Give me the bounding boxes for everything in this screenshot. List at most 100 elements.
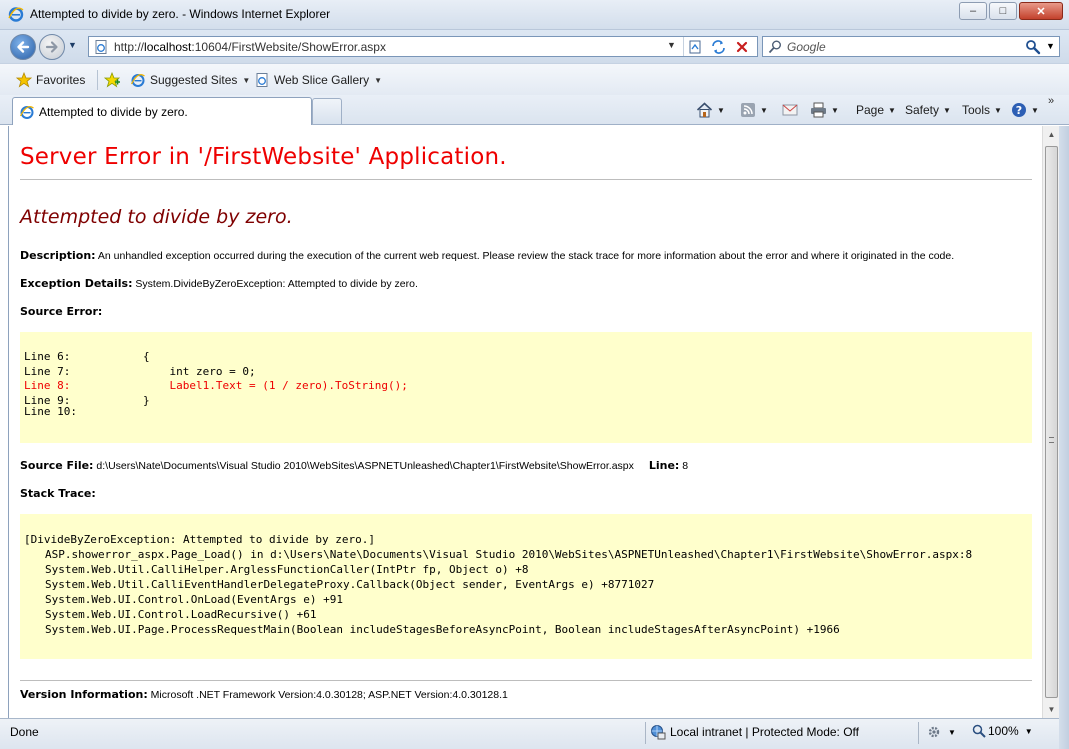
web-slice-page-icon xyxy=(256,73,268,87)
stack-trace-line: System.Web.UI.Control.OnLoad(EventArgs e… xyxy=(45,593,344,606)
tools-menu-label: Tools xyxy=(962,103,991,117)
url-path: :10604/FirstWebsite/ShowError.aspx xyxy=(191,40,386,54)
search-options-dropdown-icon[interactable]: ▼ xyxy=(1046,41,1055,51)
scrollbar-grip-icon xyxy=(1049,437,1054,443)
safety-menu-label: Safety xyxy=(905,103,940,117)
scrollbar-thumb[interactable] xyxy=(1045,146,1058,698)
status-text: Done xyxy=(10,725,39,739)
source-file-paragraph: Source File: d:\Users\Nate\Documents\Vis… xyxy=(20,459,688,472)
minimize-button[interactable]: – xyxy=(959,2,987,20)
address-url[interactable]: http://localhost:10604/FirstWebsite/Show… xyxy=(114,40,386,54)
home-button[interactable]: ▼ xyxy=(696,100,725,120)
address-bar[interactable]: http://localhost:10604/FirstWebsite/Show… xyxy=(88,36,758,57)
search-button[interactable] xyxy=(1025,39,1041,58)
code-line: Line 7: int zero = 0; xyxy=(24,365,1032,380)
code-line-number: Line 10: xyxy=(24,405,77,418)
window-title: Attempted to divide by zero. - Windows I… xyxy=(30,7,331,21)
rss-feed-icon xyxy=(741,103,755,117)
chevron-down-icon: ▼ xyxy=(1024,726,1033,736)
vertical-scrollbar[interactable]: ▲ ▼ xyxy=(1042,126,1059,718)
search-input[interactable]: Google xyxy=(787,40,826,54)
forward-button[interactable] xyxy=(39,34,65,60)
exception-details-label: Exception Details: xyxy=(20,277,133,290)
page-menu-button[interactable]: Page ▼ xyxy=(856,100,896,120)
refresh-button[interactable] xyxy=(709,38,727,55)
zoom-level-button[interactable]: 100% ▼ xyxy=(972,724,1033,738)
stack-trace-code-block: [DivideByZeroException: Attempted to div… xyxy=(20,514,1032,659)
window-titlebar: Attempted to divide by zero. - Windows I… xyxy=(0,0,1069,30)
ie-logo-icon xyxy=(8,7,24,22)
search-box[interactable]: Google ▼ xyxy=(762,36,1060,57)
favorites-bar: Favorites Suggested Sites ▼ Web Slice Ga… xyxy=(0,63,1069,95)
code-line-number: Line 6: xyxy=(24,350,71,363)
version-information-label: Version Information: xyxy=(20,688,148,701)
intranet-globe-icon xyxy=(651,725,666,740)
new-tab-button[interactable] xyxy=(312,98,342,124)
popup-blocker-settings-button[interactable]: ▼ xyxy=(926,724,956,740)
code-line-text: int zero = 0; xyxy=(143,364,256,378)
compatibility-page-icon xyxy=(689,40,701,53)
compatibility-view-button[interactable] xyxy=(686,38,704,55)
security-zone-indicator[interactable]: Local intranet | Protected Mode: Off xyxy=(650,724,859,740)
status-bar: Done Local intranet | Protected Mode: Of… xyxy=(0,718,1059,749)
exception-details-paragraph: Exception Details: System.DivideByZeroEx… xyxy=(20,277,418,290)
code-line-text: { xyxy=(143,350,150,363)
search-provider-icon xyxy=(768,40,781,54)
print-button[interactable]: ▼ xyxy=(810,100,839,120)
stack-trace-heading: Stack Trace: xyxy=(20,487,96,500)
ie-page-icon xyxy=(19,105,34,119)
web-page-viewport: Server Error in '/FirstWebsite' Applicat… xyxy=(8,126,1042,718)
stack-trace-label: Stack Trace: xyxy=(20,487,96,500)
suggested-sites-button[interactable]: Suggested Sites ▼ xyxy=(130,70,250,90)
web-slice-gallery-button[interactable]: Web Slice Gallery ▼ xyxy=(254,70,382,90)
code-line-number: Line 8: xyxy=(24,379,71,392)
url-scheme: http:// xyxy=(114,40,145,54)
maximize-button[interactable]: □ xyxy=(989,2,1017,20)
source-error-code-block: Line 6: { Line 7: int zero = 0; Line 8: L… xyxy=(20,332,1032,443)
code-line-text: } xyxy=(143,393,150,407)
code-line: Line 10: xyxy=(24,405,1032,418)
title-divider xyxy=(20,179,1032,180)
source-file-path: d:\Users\Nate\Documents\Visual Studio 20… xyxy=(96,460,634,472)
stop-button[interactable] xyxy=(733,38,751,55)
help-icon: ? xyxy=(1012,103,1026,117)
address-dropdown-icon[interactable]: ▼ xyxy=(667,40,676,50)
tools-menu-button[interactable]: Tools ▼ xyxy=(962,100,1002,120)
code-line: Line 6: { xyxy=(24,350,1032,365)
chevron-down-icon: ▼ xyxy=(943,105,951,115)
toolbar-overflow-chevron-icon[interactable]: » xyxy=(1048,95,1054,107)
help-button[interactable]: ? ▼ xyxy=(1011,100,1039,120)
scroll-up-arrow-icon[interactable]: ▲ xyxy=(1043,126,1060,143)
chevron-down-icon: ▼ xyxy=(242,75,251,85)
stop-x-icon xyxy=(736,41,748,52)
code-line-text: Label1.Text = (1 / zero).ToString(); xyxy=(143,379,408,392)
version-divider xyxy=(20,680,1032,681)
code-line-number: Line 7: xyxy=(24,364,71,378)
version-information-paragraph: Version Information: Microsoft .NET Fram… xyxy=(20,688,508,701)
back-button[interactable] xyxy=(10,34,36,60)
stack-trace-line: System.Web.UI.Control.LoadRecursive() +6… xyxy=(45,608,317,621)
page-icon xyxy=(95,40,107,54)
printer-icon xyxy=(811,102,826,118)
read-mail-button[interactable] xyxy=(782,100,798,120)
feeds-button[interactable]: ▼ xyxy=(740,100,768,120)
add-to-favorites-bar-button[interactable] xyxy=(104,70,124,90)
stack-trace-line: ASP.showerror_aspx.Page_Load() in d:\Use… xyxy=(45,548,973,561)
exception-details-text: System.DivideByZeroException: Attempted … xyxy=(135,278,418,290)
chevron-down-icon: ▼ xyxy=(1031,105,1039,115)
tab-active[interactable]: Attempted to divide by zero. xyxy=(12,97,312,125)
refresh-icon xyxy=(711,39,725,54)
recent-pages-dropdown-icon[interactable]: ▼ xyxy=(68,40,77,50)
close-button[interactable]: ✕ xyxy=(1019,2,1063,20)
url-host: localhost xyxy=(144,40,192,54)
error-subtitle: Attempted to divide by zero. xyxy=(20,206,293,228)
chevron-down-icon: ▼ xyxy=(948,727,956,737)
mail-icon xyxy=(782,104,798,116)
favorites-button[interactable]: Favorites xyxy=(16,70,85,90)
safety-menu-button[interactable]: Safety ▼ xyxy=(905,100,951,120)
status-separator xyxy=(918,722,919,744)
source-file-label: Source File: xyxy=(20,459,94,472)
scroll-down-arrow-icon[interactable]: ▼ xyxy=(1043,701,1060,718)
code-line: Line 9:} xyxy=(24,393,1032,407)
home-icon xyxy=(696,102,713,118)
